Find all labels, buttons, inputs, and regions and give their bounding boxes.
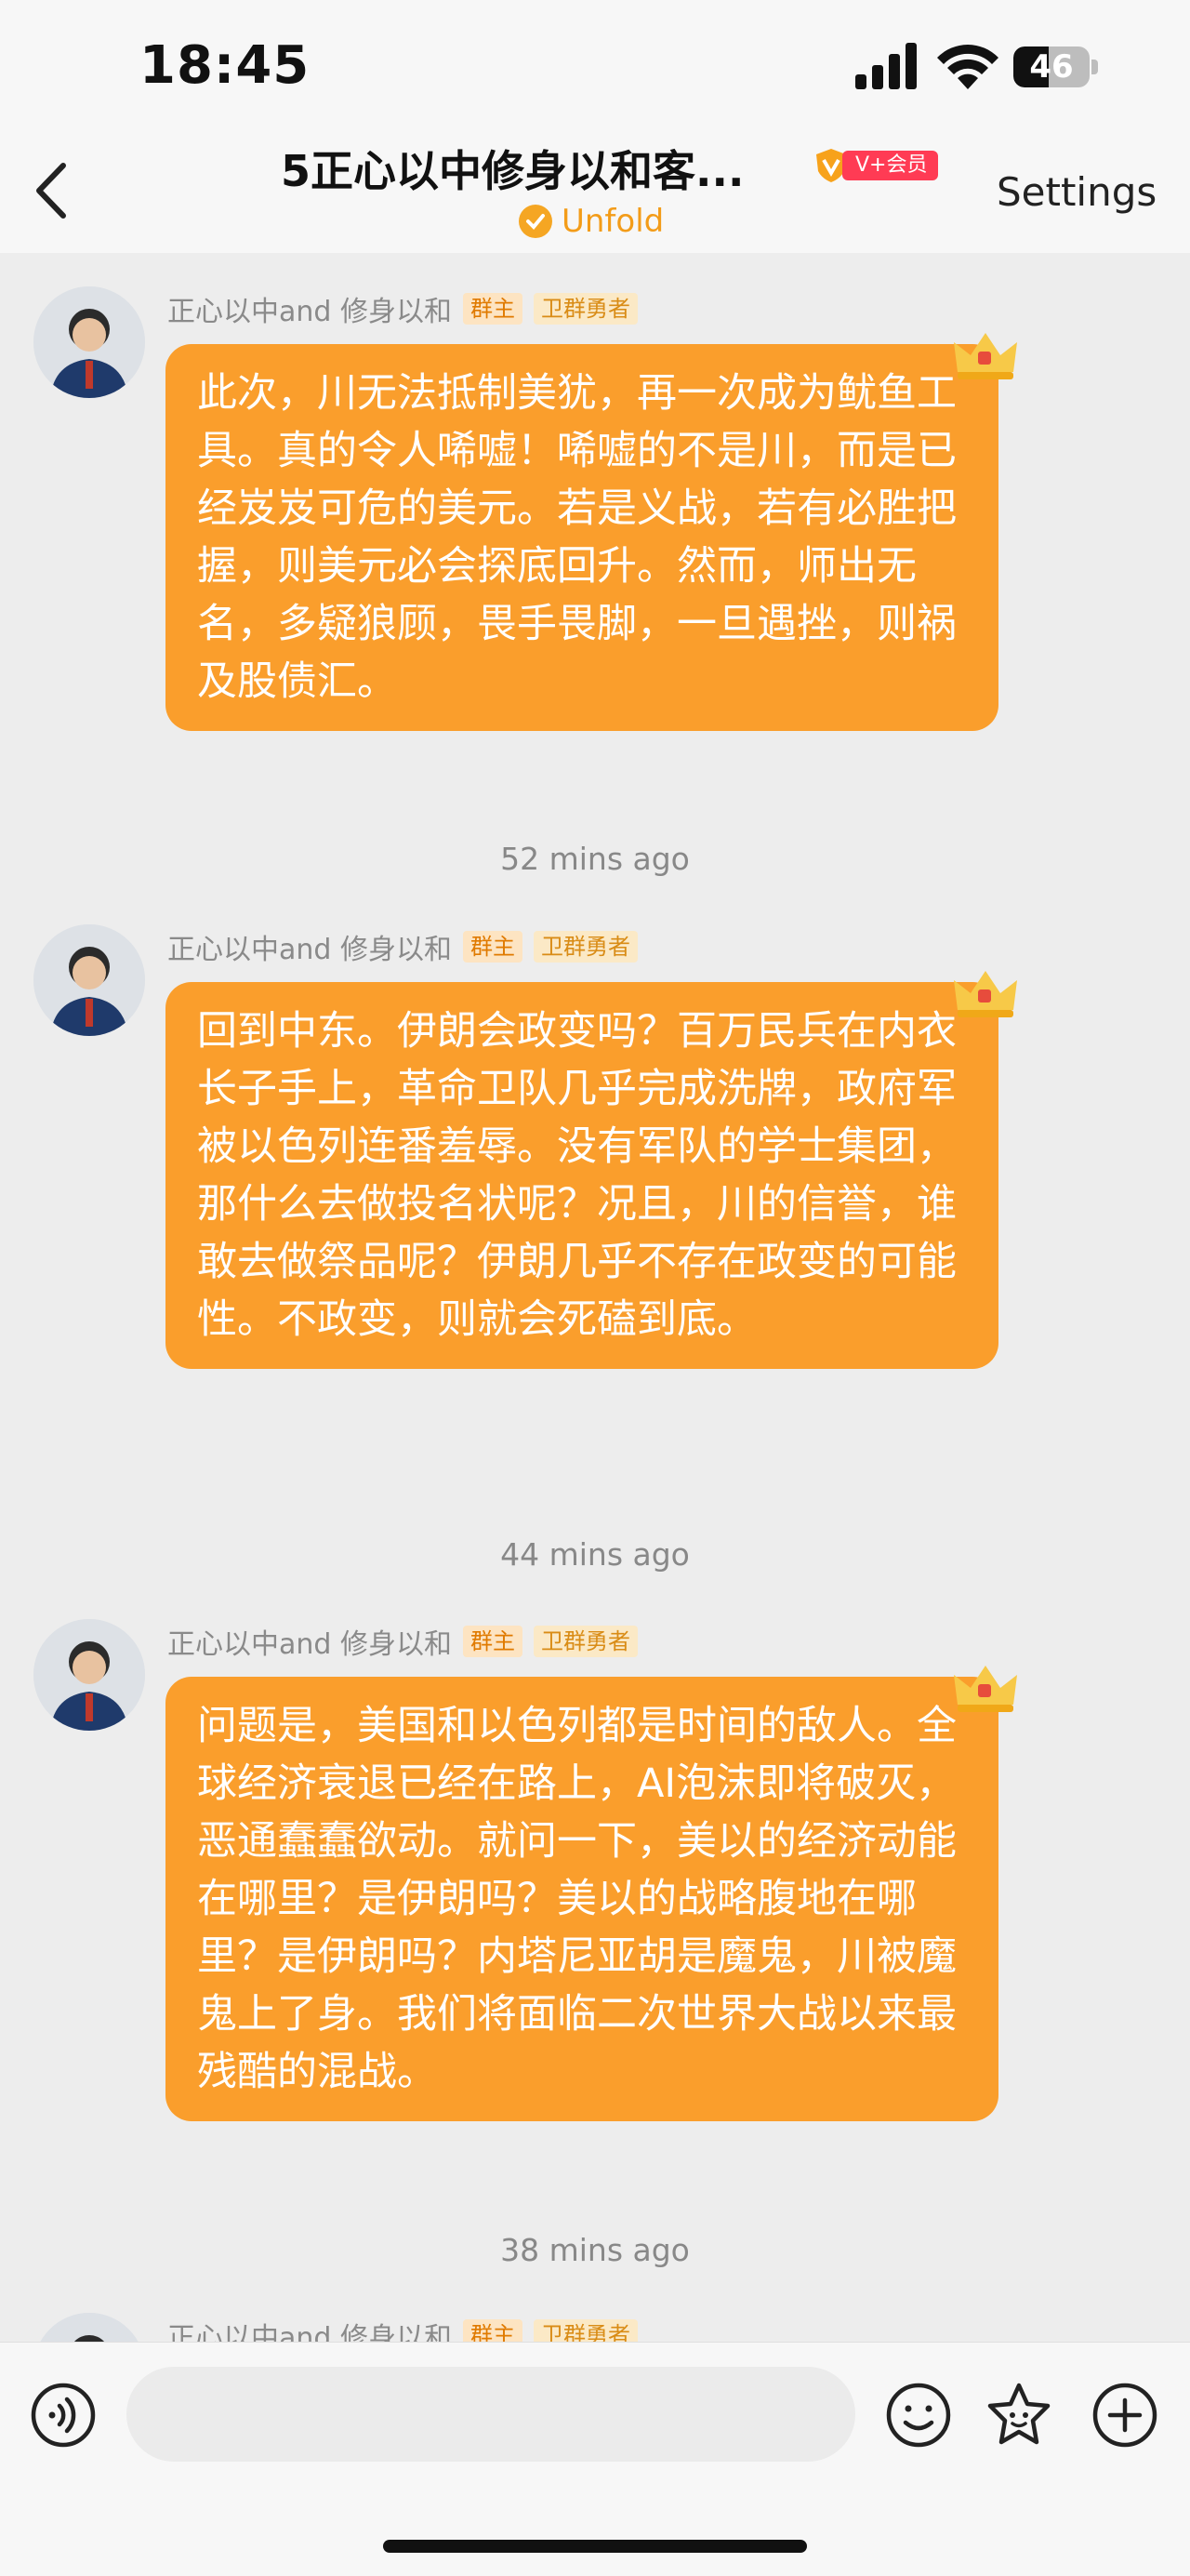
sender-row: 正心以中and 修身以和 群主 卫群勇者 <box>167 1621 638 1662</box>
avatar[interactable] <box>33 1619 145 1731</box>
group-hero-badge: 卫群勇者 <box>533 931 638 963</box>
message-bubble[interactable]: 此次，川无法抵制美犹，再一次成为鱿鱼工具。真的令人唏嘘！唏嘘的不是川，而是已经岌… <box>165 344 998 731</box>
sticker-icon[interactable] <box>985 2382 1052 2449</box>
crown-icon <box>954 1666 1017 1712</box>
cellular-signal-icon <box>855 43 917 89</box>
check-circle-icon <box>519 205 552 238</box>
sender-name[interactable]: 正心以中and 修身以和 <box>167 926 452 967</box>
crown-icon <box>954 333 1017 379</box>
input-bar <box>0 2342 1190 2576</box>
voice-icon[interactable] <box>30 2382 97 2449</box>
message-timestamp: 38 mins ago <box>500 2232 690 2268</box>
owner-badge: 群主 <box>462 293 522 325</box>
home-indicator <box>383 2540 807 2553</box>
unfold-button[interactable]: Unfold <box>519 203 664 240</box>
chat-title[interactable]: 5正心以中修身以和客... <box>281 138 744 199</box>
owner-badge: 群主 <box>462 931 522 963</box>
message-timestamp: 44 mins ago <box>500 1536 690 1573</box>
chat-header: 5正心以中修身以和客... V+会员 Unfold Settings <box>0 130 1190 253</box>
group-hero-badge: 卫群勇者 <box>533 293 638 325</box>
battery-icon: 46 <box>1013 46 1099 87</box>
status-bar: 18:45 46 <box>0 0 1190 130</box>
emoji-icon[interactable] <box>885 2382 952 2449</box>
avatar[interactable] <box>33 924 145 1036</box>
vip-badge-label: V+会员 <box>842 151 939 180</box>
owner-badge: 群主 <box>462 1626 522 1657</box>
sender-name[interactable]: 正心以中and 修身以和 <box>167 288 452 329</box>
crown-icon <box>954 971 1017 1017</box>
message-timestamp: 52 mins ago <box>500 841 690 877</box>
chevron-left-icon[interactable] <box>26 158 78 223</box>
battery-percent: 46 <box>1029 48 1074 86</box>
plus-icon[interactable] <box>1091 2382 1158 2449</box>
wifi-icon <box>937 45 998 89</box>
avatar[interactable] <box>33 286 145 398</box>
message-bubble[interactable]: 回到中东。伊朗会政变吗？百万民兵在内衣长子手上，革命卫队几乎完成洗牌，政府军被以… <box>165 982 998 1369</box>
status-time: 18:45 <box>139 35 311 96</box>
unfold-label: Unfold <box>562 203 665 240</box>
message-input[interactable] <box>126 2367 855 2462</box>
sender-row: 正心以中and 修身以和 群主 卫群勇者 <box>167 288 638 329</box>
message-bubble[interactable]: 问题是，美国和以色列都是时间的敌人。全球经济衰退已经在路上，AI泡沫即将破灭，恶… <box>165 1677 998 2121</box>
sender-row: 正心以中and 修身以和 群主 卫群勇者 <box>167 926 638 967</box>
settings-button[interactable]: Settings <box>997 169 1157 215</box>
group-hero-badge: 卫群勇者 <box>533 1626 638 1657</box>
sender-name[interactable]: 正心以中and 修身以和 <box>167 1621 452 1662</box>
